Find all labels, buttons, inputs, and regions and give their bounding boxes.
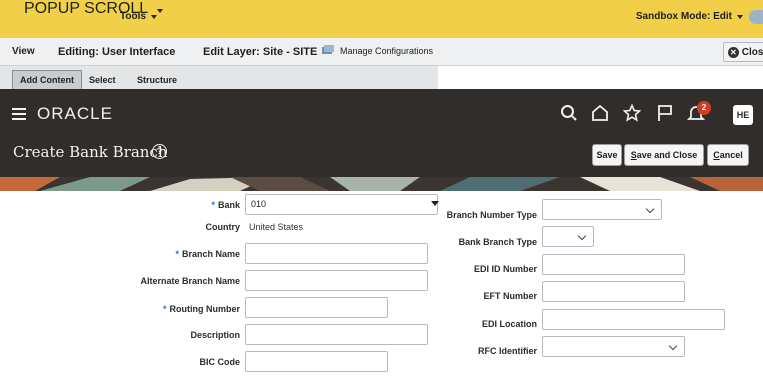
description-input[interactable] [245,324,428,345]
description-label: Description [190,330,240,340]
rfc-identifier-select[interactable] [542,336,685,357]
branch-name-label: * Branch Name [175,249,240,259]
bank-branch-type-select[interactable] [542,226,594,247]
branch-name-input[interactable] [245,243,428,264]
tab-select[interactable]: Select [89,71,116,89]
rfc-identifier-label: RFC Identifier [477,346,537,356]
edi-location-input[interactable] [542,309,725,330]
bic-code-label: BIC Code [199,357,241,367]
eft-number-label: EFT Number [483,291,537,301]
tools-menu[interactable]: Tools [120,11,157,22]
tab-structure[interactable]: Structure [137,71,177,89]
sandbox-mode-menu[interactable]: Sandbox Mode: Edit [636,11,743,22]
user-avatar[interactable]: HE [733,105,753,125]
manage-configurations-link[interactable]: Manage Configurations [340,46,433,56]
bank-dropdown-icon[interactable] [431,201,439,206]
tools-label: Tools [120,11,146,22]
edi-location-label: EDI Location [481,319,537,329]
caret-down-icon [150,14,157,19]
home-icon[interactable] [591,104,609,122]
routing-number-label: * Routing Number [162,304,240,314]
bank-input[interactable]: 010 [245,194,438,215]
routing-number-input[interactable] [245,297,388,318]
chevron-down-icon [577,231,587,241]
page-title: Create Bank Branch [13,143,168,161]
bic-code-input[interactable] [245,351,388,372]
save-and-close-button[interactable]: Save and Close [624,144,704,166]
bank-label: * Bank [211,200,240,210]
search-icon[interactable] [560,104,578,122]
favorites-star-icon[interactable] [623,104,641,122]
edi-id-number-input[interactable] [542,254,685,275]
view-menu[interactable]: View [12,46,35,57]
alternate-branch-name-input[interactable] [245,270,428,291]
edit-layer-label: Edit Layer: Site - SITE [203,46,318,58]
eft-number-input[interactable] [542,281,685,302]
decorative-banner [0,177,763,191]
manage-configurations-icon [322,45,334,54]
caret-down-icon [157,9,164,13]
country-label: Country [205,222,241,232]
tab-add-content[interactable]: Add Content [12,70,82,90]
branch-number-type-label: Branch Number Type [446,210,537,220]
branch-number-type-select[interactable] [542,199,662,220]
oracle-logo: ORACLE [37,104,113,123]
cancel-button[interactable]: Cancel [707,144,749,166]
editing-label: Editing: User Interface [58,46,176,58]
caret-down-icon [737,14,743,19]
alternate-branch-name-label: Alternate Branch Name [140,276,240,286]
chevron-down-icon [668,341,678,351]
help-icon[interactable]: ? [152,144,167,159]
sandbox-mode-label: Sandbox Mode: Edit [635,11,732,22]
sandbox-extra-icon[interactable] [749,10,763,24]
country-value: United States [249,222,304,232]
flag-icon[interactable] [656,104,674,122]
bank-branch-type-label: Bank Branch Type [458,237,537,247]
close-label: Close [741,46,763,58]
edi-id-number-label: EDI ID Number [473,264,537,274]
close-button[interactable]: ✕ Close [723,42,763,62]
close-icon: ✕ [728,46,739,58]
chevron-down-icon [645,204,655,214]
hamburger-menu-icon[interactable] [12,108,26,120]
notification-count-badge: 2 [697,101,711,115]
cancel-label: ancel [719,150,743,160]
save-and-close-label: ave and Close [636,150,698,160]
save-button[interactable]: Save [592,144,622,166]
